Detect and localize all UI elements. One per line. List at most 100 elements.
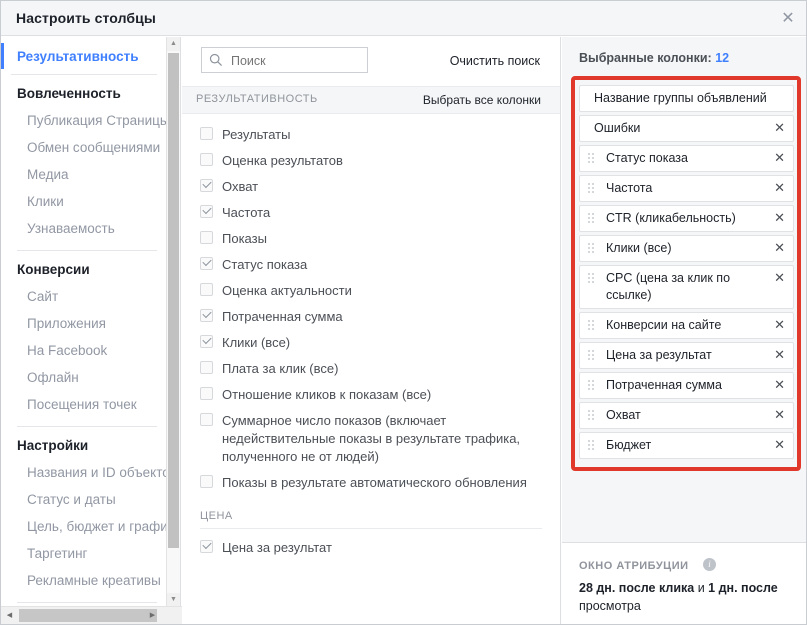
column-option-1[interactable]: Результаты <box>182 122 560 148</box>
column-option-12[interactable]: Суммарное число показов (включает недейс… <box>182 408 560 470</box>
remove-column-icon[interactable]: ✕ <box>774 150 785 166</box>
remove-column-icon[interactable]: ✕ <box>774 377 785 393</box>
selected-column-chip[interactable]: CTR (кликабельность) ✕ <box>579 205 794 232</box>
selected-column-chip[interactable]: CPC (цена за клик по ссылке) ✕ <box>579 265 794 309</box>
remove-column-icon[interactable]: ✕ <box>774 437 785 453</box>
selected-column-chip[interactable]: Частота ✕ <box>579 175 794 202</box>
column-option-3[interactable]: Охват <box>182 174 560 200</box>
remove-column-icon[interactable]: ✕ <box>774 407 785 423</box>
drag-handle-icon[interactable] <box>588 410 596 421</box>
column-option-13[interactable]: Показы в результате автоматического обно… <box>182 470 560 496</box>
sidebar-item-2-1[interactable]: Сайт <box>1 283 167 310</box>
scroll-left-arrow-icon[interactable]: ◀ <box>2 608 17 623</box>
drag-handle-icon[interactable] <box>588 273 596 284</box>
sidebar-item-3-4[interactable]: Таргетинг <box>1 540 167 567</box>
sidebar-item-1-2[interactable]: Обмен сообщениями <box>1 134 167 161</box>
sidebar-horizontal-scrollbar[interactable]: ◀ ▶ <box>1 606 182 624</box>
sidebar-item-1-1[interactable]: Публикация Страницы <box>1 107 167 134</box>
column-option-4[interactable]: Частота <box>182 200 560 226</box>
column-option-11[interactable]: Отношение кликов к показам (все) <box>182 382 560 408</box>
remove-column-icon[interactable]: ✕ <box>774 210 785 226</box>
checkbox-unchecked-icon[interactable] <box>200 361 213 374</box>
sidebar-item-performance[interactable]: Результативность <box>1 37 167 75</box>
selected-column-label: Частота <box>606 181 653 195</box>
checkbox-checked-icon[interactable] <box>200 205 213 218</box>
clear-search-link[interactable]: Очистить поиск <box>450 54 540 68</box>
sidebar-group-1[interactable]: Вовлеченность <box>1 75 167 107</box>
sidebar-item-2-3[interactable]: На Facebook <box>1 337 167 364</box>
checkbox-unchecked-icon[interactable] <box>200 283 213 296</box>
drag-handle-icon[interactable] <box>588 350 596 361</box>
sidebar-item-2-5[interactable]: Посещения точек <box>1 391 167 418</box>
checkbox-unchecked-icon[interactable] <box>200 387 213 400</box>
checkbox-unchecked-icon[interactable] <box>200 475 213 488</box>
selected-column-label: Потраченная сумма <box>606 378 722 392</box>
drag-handle-icon[interactable] <box>588 213 596 224</box>
remove-column-icon[interactable]: ✕ <box>774 270 785 286</box>
info-icon[interactable]: i <box>703 558 716 571</box>
price-option-1[interactable]: Цена за результат <box>182 535 560 561</box>
scrollbar-thumb[interactable] <box>168 53 179 548</box>
search-box[interactable] <box>201 47 368 74</box>
column-option-2[interactable]: Оценка результатов <box>182 148 560 174</box>
sidebar-item-2-2[interactable]: Приложения <box>1 310 167 337</box>
selected-column-chip[interactable]: Ошибки ✕ <box>579 115 794 142</box>
sidebar-item-1-4[interactable]: Клики <box>1 188 167 215</box>
checkbox-unchecked-icon[interactable] <box>200 413 213 426</box>
search-input[interactable] <box>229 48 363 74</box>
close-icon[interactable]: ✕ <box>778 9 798 29</box>
selected-column-chip[interactable]: Конверсии на сайте ✕ <box>579 312 794 339</box>
drag-handle-icon[interactable] <box>588 243 596 254</box>
column-option-6[interactable]: Статус показа <box>182 252 560 278</box>
scrollbar-thumb-horizontal[interactable] <box>19 609 157 622</box>
checkbox-checked-icon[interactable] <box>200 335 213 348</box>
sidebar-group-2[interactable]: Конверсии <box>1 251 167 283</box>
scroll-up-arrow-icon[interactable]: ▲ <box>167 37 180 51</box>
column-option-7[interactable]: Оценка актуальности <box>182 278 560 304</box>
column-option-5[interactable]: Показы <box>182 226 560 252</box>
checkbox-checked-icon[interactable] <box>200 257 213 270</box>
remove-column-icon[interactable]: ✕ <box>774 120 785 136</box>
sidebar-item-3-5[interactable]: Рекламные креативы <box>1 567 167 594</box>
remove-column-icon[interactable]: ✕ <box>774 347 785 363</box>
drag-handle-icon[interactable] <box>588 153 596 164</box>
sidebar-item-3-2[interactable]: Статус и даты <box>1 486 167 513</box>
selected-column-chip[interactable]: Клики (все) ✕ <box>579 235 794 262</box>
selected-column-chip[interactable]: Охват ✕ <box>579 402 794 429</box>
column-option-label: Суммарное число показов (включает недейс… <box>222 413 521 464</box>
sidebar-item-3-3[interactable]: Цель, бюджет и график <box>1 513 167 540</box>
column-option-label: Частота <box>222 205 271 220</box>
checkbox-checked-icon[interactable] <box>200 179 213 192</box>
scroll-down-arrow-icon[interactable]: ▼ <box>167 593 180 607</box>
sidebar-item-2-4[interactable]: Офлайн <box>1 364 167 391</box>
remove-column-icon[interactable]: ✕ <box>774 180 785 196</box>
remove-column-icon[interactable]: ✕ <box>774 317 785 333</box>
column-option-9[interactable]: Клики (все) <box>182 330 560 356</box>
drag-handle-icon[interactable] <box>588 183 596 194</box>
checkbox-checked-icon[interactable] <box>200 309 213 322</box>
selected-column-chip[interactable]: Статус показа ✕ <box>579 145 794 172</box>
selected-column-chip[interactable]: Бюджет ✕ <box>579 432 794 459</box>
drag-handle-icon[interactable] <box>588 440 596 451</box>
sidebar-item-1-5[interactable]: Узнаваемость <box>1 215 167 242</box>
sidebar-item-3-1[interactable]: Названия и ID объектов <box>1 459 167 486</box>
column-option-8[interactable]: Потраченная сумма <box>182 304 560 330</box>
selected-column-chip[interactable]: Название группы объявлений <box>579 85 794 112</box>
sidebar-group-3[interactable]: Настройки <box>1 427 167 459</box>
select-all-columns-link[interactable]: Выбрать все колонки <box>423 93 541 107</box>
remove-column-icon[interactable]: ✕ <box>774 240 785 256</box>
drag-handle-icon[interactable] <box>588 320 596 331</box>
checkbox-unchecked-icon[interactable] <box>200 127 213 140</box>
checkbox-unchecked-icon[interactable] <box>200 231 213 244</box>
selected-column-label: Статус показа <box>606 151 688 165</box>
sidebar-item-1-3[interactable]: Медиа <box>1 161 167 188</box>
column-option-10[interactable]: Плата за клик (все) <box>182 356 560 382</box>
checkbox-unchecked-icon[interactable] <box>200 153 213 166</box>
selected-column-chip[interactable]: Потраченная сумма ✕ <box>579 372 794 399</box>
checkbox-checked-icon[interactable] <box>200 540 213 553</box>
dialog-header: Настроить столбцы ✕ <box>1 1 806 36</box>
selected-column-chip[interactable]: Цена за результат ✕ <box>579 342 794 369</box>
sidebar-vertical-scrollbar[interactable]: ▲ ▼ <box>166 37 180 607</box>
scroll-right-arrow-icon[interactable]: ▶ <box>145 608 160 623</box>
drag-handle-icon[interactable] <box>588 380 596 391</box>
